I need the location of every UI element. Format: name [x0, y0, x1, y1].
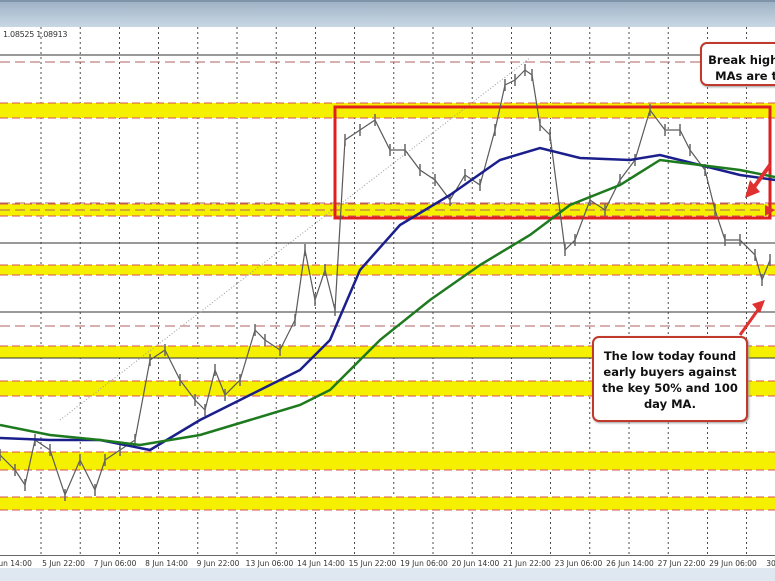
- range-box-rect: [333, 105, 772, 220]
- band: [0, 204, 775, 216]
- price-chart: [0, 27, 775, 555]
- x-tick-label: 30: [766, 559, 775, 568]
- ohlc-readout: 1.08525 1.08913: [3, 30, 68, 39]
- x-tick-label: 5 Jun 22:00: [42, 559, 85, 568]
- x-tick-label: 9 Jun 22:00: [196, 559, 240, 568]
- x-tick-label: 27 Jun 22:00: [657, 559, 706, 568]
- x-tick-label: 8 Jun 14:00: [145, 559, 188, 568]
- x-tick-label: 15 Jun 22:00: [348, 559, 397, 568]
- x-tick-label: 7 Jun 06:00: [93, 559, 137, 568]
- band: [0, 265, 775, 275]
- x-tick-label: 14 Jun 14:00: [297, 559, 345, 568]
- chart-plot-area: [0, 27, 775, 555]
- x-tick-label: 13 Jun 06:00: [245, 559, 294, 568]
- status-bar: [0, 568, 775, 581]
- arrow-icon-low: [738, 306, 762, 336]
- x-tick-label: 21 Jun 22:00: [503, 559, 551, 568]
- x-tick-label: 26 Jun 14:00: [606, 559, 654, 568]
- window-title-bar: [0, 0, 775, 27]
- arrowhead-icon: [752, 300, 765, 313]
- support-resistance-bands: [0, 102, 775, 511]
- series-price: [0, 69, 771, 497]
- annotation-top-right: Break higher MAs are ta: [700, 42, 775, 86]
- band: [0, 452, 775, 470]
- x-tick-label: Jun 14:00: [0, 559, 32, 568]
- band: [0, 103, 775, 118]
- band: [0, 497, 775, 510]
- x-tick-label: 23 Jun 06:00: [554, 559, 603, 568]
- series-lines: [0, 64, 775, 501]
- range-box: [333, 105, 772, 220]
- x-tick-label: 20 Jun 14:00: [451, 559, 500, 568]
- x-tick-label: 19 Jun 06:00: [400, 559, 448, 568]
- annotation-bottom-right: The low today found early buyers against…: [592, 336, 748, 422]
- x-tick-label: 29 Jun 06:00: [709, 559, 757, 568]
